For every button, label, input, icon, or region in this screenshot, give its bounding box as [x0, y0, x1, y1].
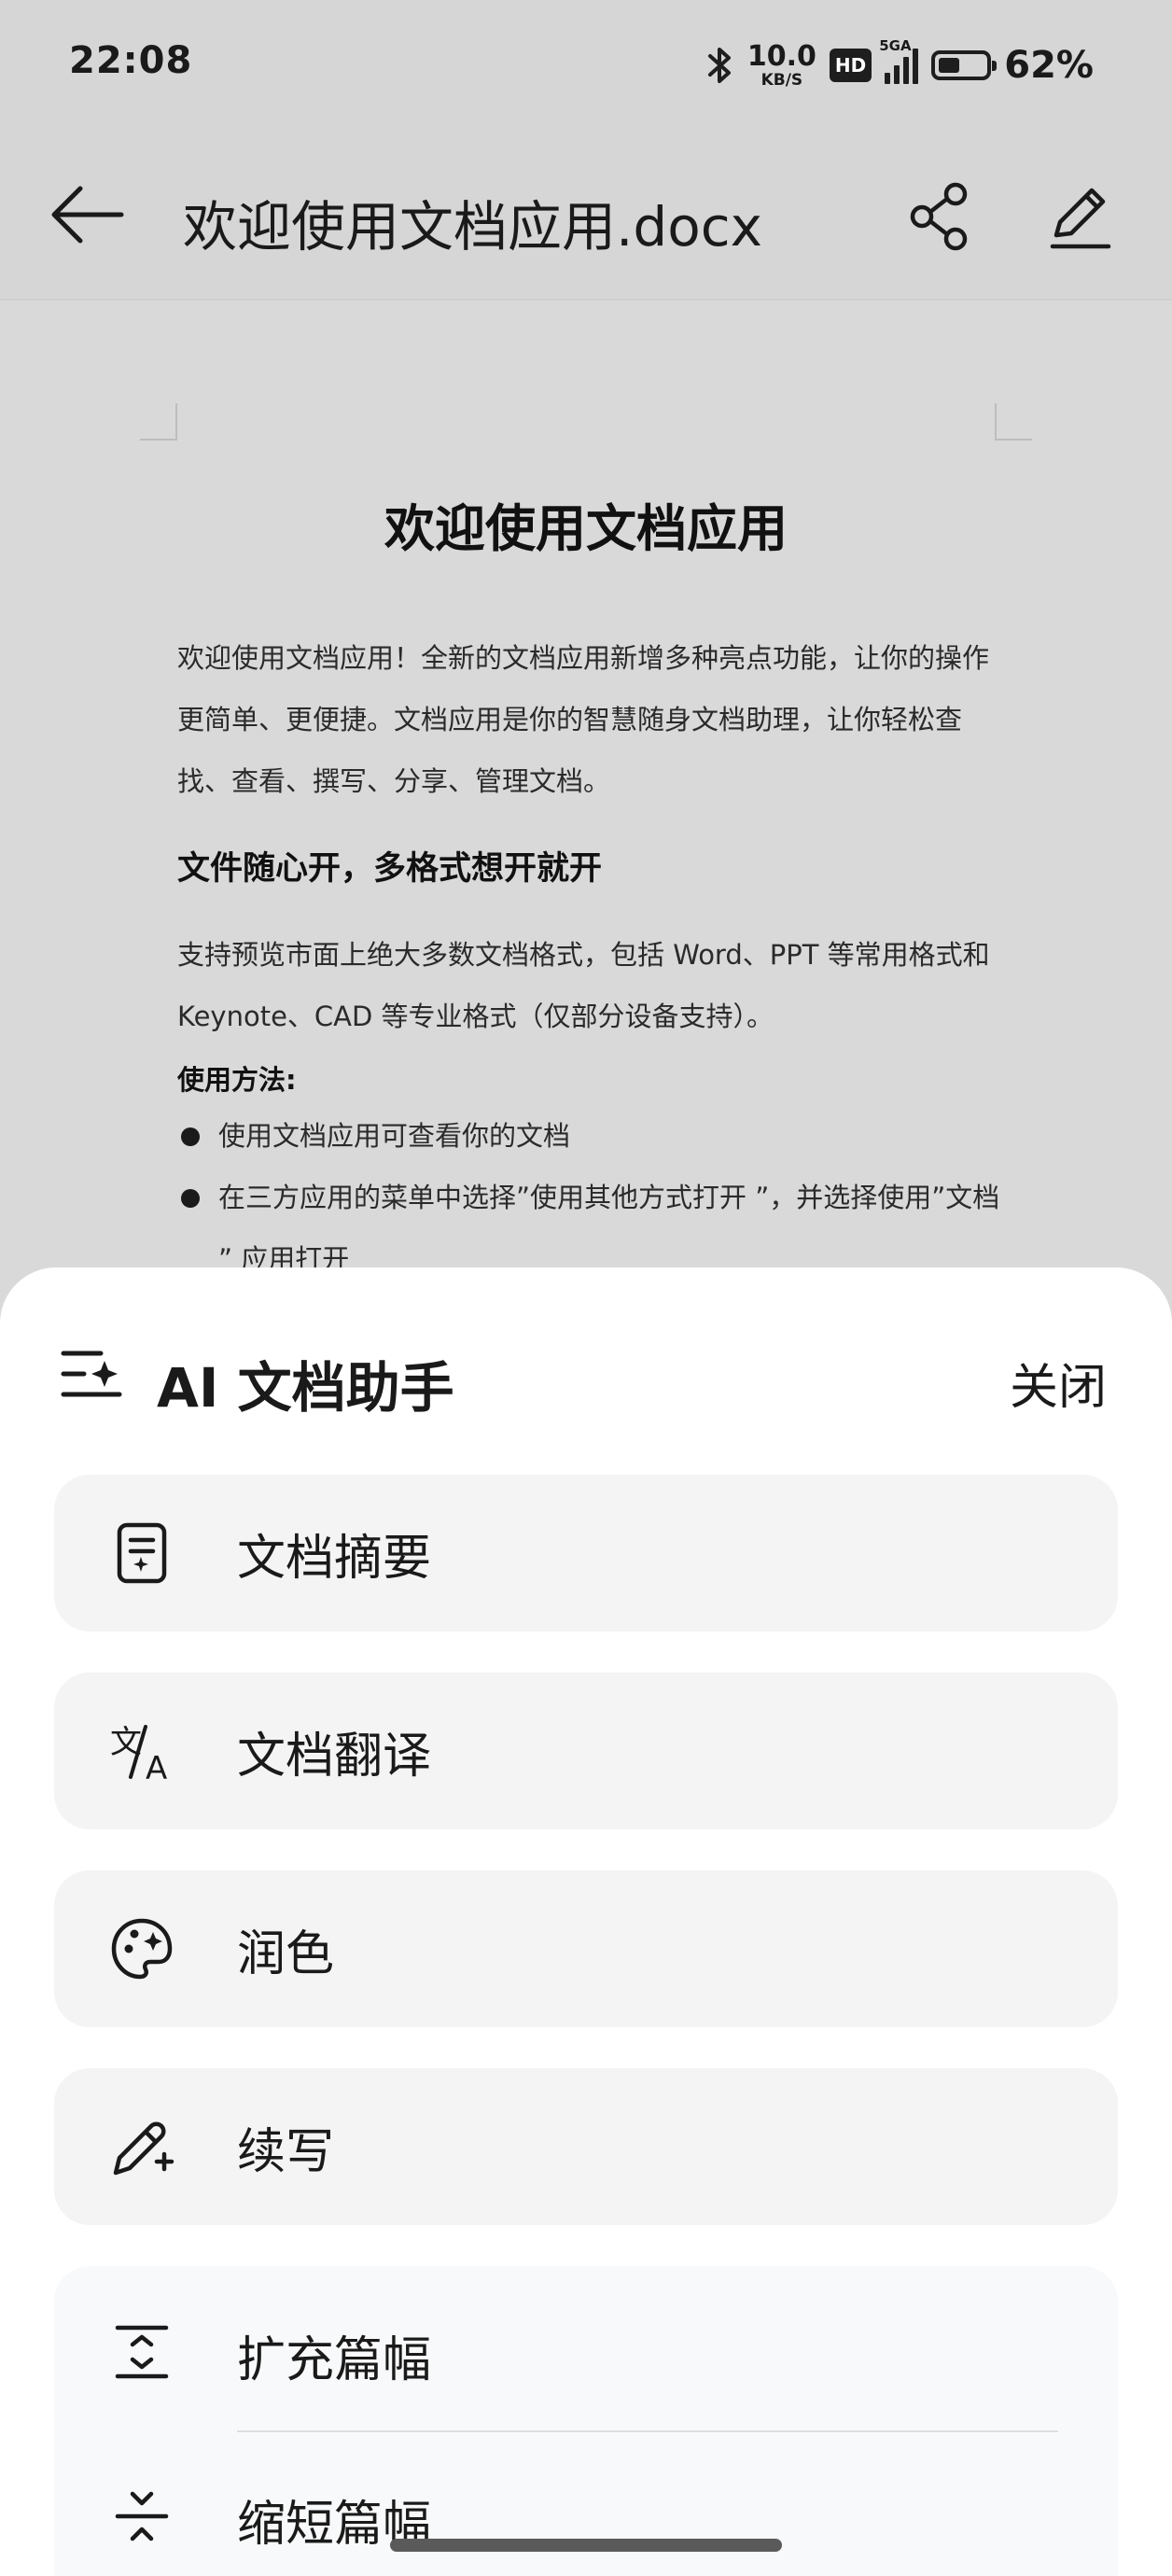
shrink-icon: [115, 2491, 169, 2541]
battery-fill: [939, 58, 960, 73]
network-speed-unit: KB/S: [760, 70, 803, 90]
intro-paragraph: 欢迎使用文档应用！全新的文档应用新增多种亮点功能，让你的操作更简单、更便捷。文档…: [177, 642, 990, 797]
battery-icon: [931, 50, 998, 80]
close-button[interactable]: 关闭: [1010, 1348, 1107, 1418]
action-continue-writing[interactable]: 续写: [54, 2068, 1118, 2225]
share-button[interactable]: [903, 179, 978, 254]
section-paragraph: 支持预览市面上绝大多数文档格式，包括 Word、PPT 等常用格式和 Keyno…: [177, 939, 990, 1032]
network-speed-value: 10.0: [746, 39, 816, 73]
back-arrow-icon: [51, 186, 124, 244]
action-polish[interactable]: 润色: [54, 1870, 1118, 2027]
document-page[interactable]: 欢迎使用文档应用 欢迎使用文档应用！全新的文档应用新增多种亮点功能，让你的操作更…: [0, 301, 1172, 1290]
action-label: 文档摘要: [237, 1530, 432, 1587]
status-icons: 10.0 KB/S HD 5GA 62%: [706, 37, 1094, 93]
pencil-plus-icon: [113, 2121, 174, 2176]
length-actions-group: 扩充篇幅 缩短篇幅: [54, 2266, 1118, 2576]
back-button[interactable]: [47, 177, 131, 252]
usage-list: 使用文档应用可查看你的文档 在三方应用的菜单中选择”使用其他方式打开 ”，并选择…: [177, 1105, 1008, 1290]
ai-assistant-sheet: AI 文档助手 关闭 文档摘要 文 A 文档翻译 润色 续写 扩充篇幅 缩短篇幅: [0, 1267, 1172, 2576]
divider: [237, 2430, 1058, 2432]
usage-label: 使用方法:: [177, 1064, 297, 1096]
signal-icon: 5GA: [879, 37, 919, 84]
home-indicator[interactable]: [390, 2539, 782, 2552]
page-margin-mark: [140, 403, 177, 441]
palette-icon: [111, 1918, 173, 1980]
assistant-actions: 文档摘要 文 A 文档翻译 润色 续写 扩充篇幅 缩短篇幅: [54, 1475, 1118, 2576]
edit-button[interactable]: [1043, 179, 1118, 254]
section-title: 文件随心开，多格式想开就开: [177, 850, 603, 888]
status-bar: 22:08 10.0 KB/S HD 5GA 62%: [0, 0, 1172, 131]
action-expand-length[interactable]: 扩充篇幅: [54, 2274, 1118, 2430]
document-title: 欢迎使用文档应用.docx: [183, 195, 762, 259]
document-summary-icon: [117, 1522, 167, 1584]
action-label: 润色: [237, 1925, 335, 1982]
app-bar: 欢迎使用文档应用.docx: [0, 131, 1172, 301]
edit-pencil-icon: [1050, 188, 1111, 249]
expand-icon: [115, 2325, 169, 2379]
bluetooth-icon: [707, 48, 731, 83]
svg-text:A: A: [146, 1750, 167, 1785]
hd-badge: HD: [829, 49, 872, 82]
ai-sparkle-list-icon: [61, 1351, 122, 1397]
document-heading: 欢迎使用文档应用: [384, 499, 788, 558]
action-document-summary[interactable]: 文档摘要: [54, 1475, 1118, 1631]
action-label: 续写: [237, 2123, 335, 2180]
battery-percent: 62%: [1004, 44, 1094, 87]
status-time: 22:08: [69, 39, 193, 82]
network-type: 5GA: [879, 37, 912, 54]
action-document-translate[interactable]: 文 A 文档翻译: [54, 1673, 1118, 1829]
translate-icon: 文 A: [110, 1724, 167, 1785]
action-label: 文档翻译: [237, 1728, 432, 1785]
page-margin-mark: [995, 403, 1032, 441]
action-shrink-length[interactable]: 缩短篇幅: [54, 2438, 1118, 2576]
share-icon: [910, 182, 968, 251]
network-speed: 10.0 KB/S: [746, 39, 816, 90]
sheet-title: AI 文档助手: [157, 1356, 454, 1420]
action-label: 扩充篇幅: [237, 2332, 432, 2388]
list-item: 使用文档应用可查看你的文档: [177, 1105, 1008, 1167]
